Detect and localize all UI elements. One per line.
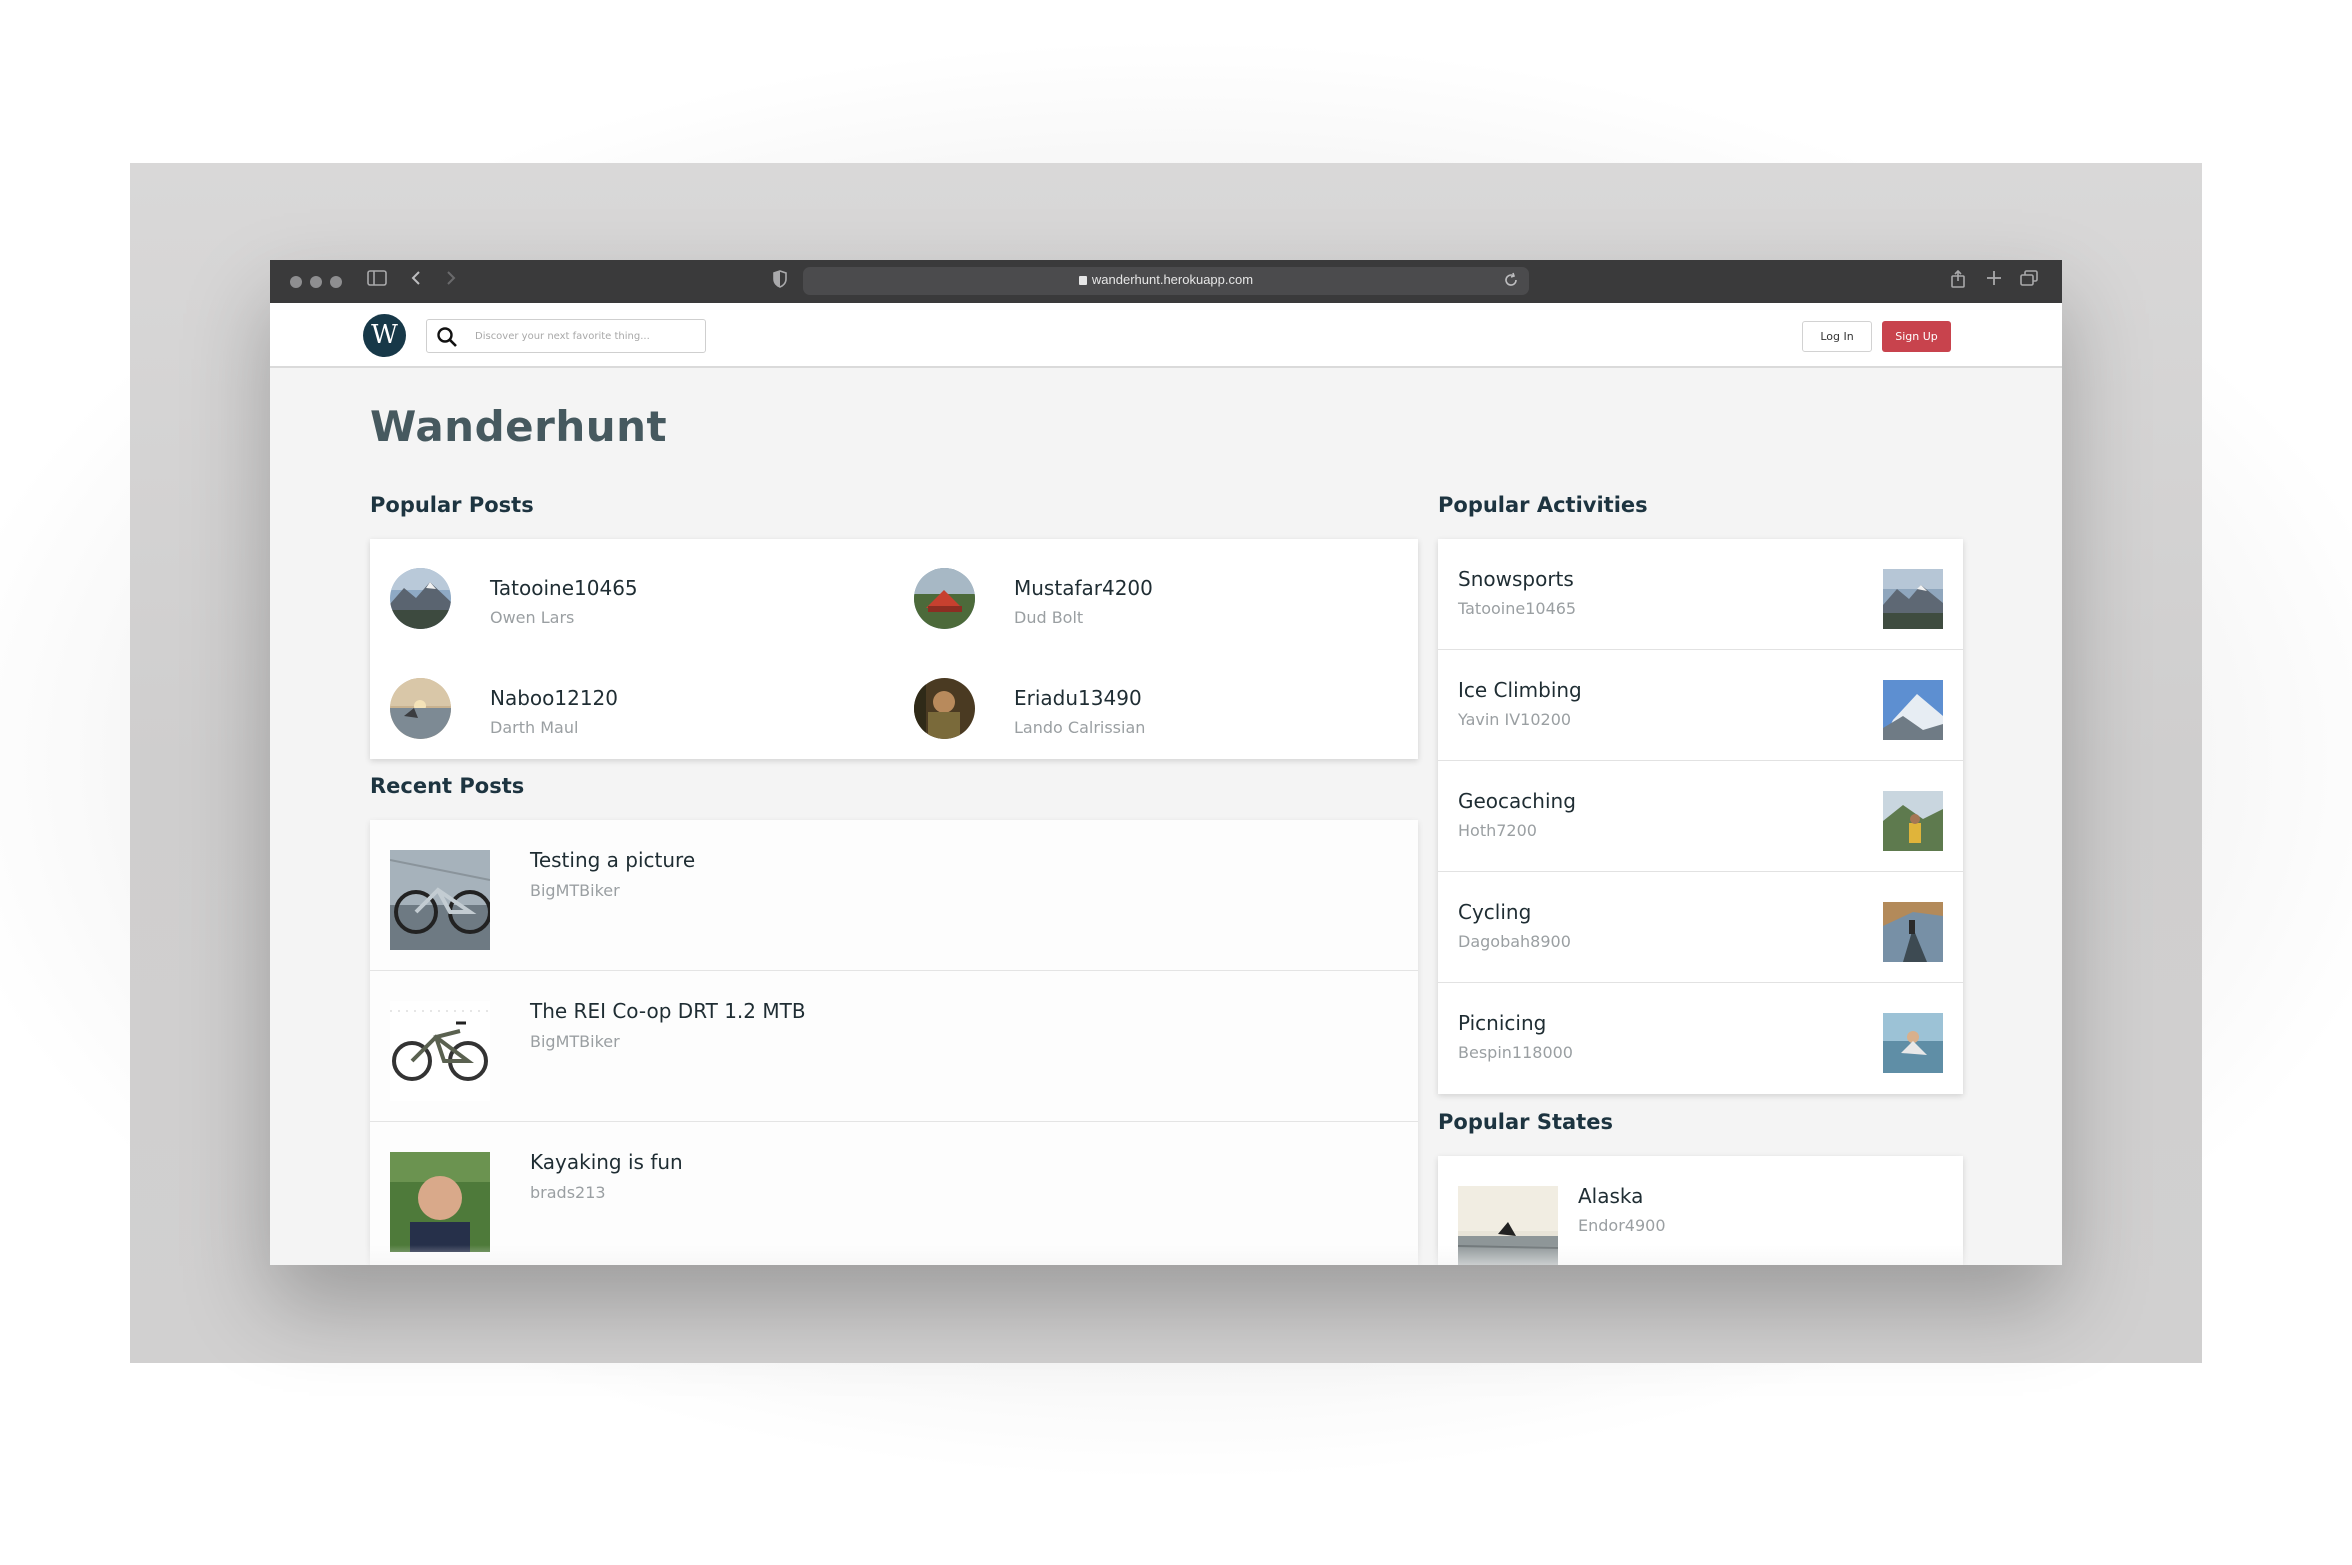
browser-window: wanderhunt.herokuapp.com W Log In Sign U… bbox=[270, 260, 2062, 1265]
address-bar[interactable]: wanderhunt.herokuapp.com bbox=[803, 267, 1529, 295]
post-title[interactable]: Eriadu13490 bbox=[1014, 686, 1142, 710]
post-thumbnail bbox=[390, 850, 490, 950]
minimize-window-button[interactable] bbox=[310, 276, 322, 288]
search-box[interactable] bbox=[426, 319, 706, 353]
post-title[interactable]: Mustafar4200 bbox=[1014, 576, 1153, 600]
recent-post-row[interactable]: Kayaking is fun brads213 bbox=[370, 1122, 1418, 1265]
activity-thumbnail bbox=[1883, 1013, 1943, 1073]
forward-icon[interactable] bbox=[445, 270, 457, 292]
search-icon bbox=[437, 327, 457, 347]
post-author: Lando Calrissian bbox=[1014, 718, 1146, 737]
privacy-shield-icon[interactable] bbox=[772, 270, 788, 294]
activity-location: Yavin IV10200 bbox=[1458, 710, 1572, 729]
activity-location: Bespin118000 bbox=[1458, 1043, 1573, 1062]
activity-location: Dagobah8900 bbox=[1458, 932, 1571, 951]
site-header: W Log In Sign Up bbox=[270, 303, 2062, 368]
recent-posts-heading: Recent Posts bbox=[370, 774, 525, 798]
activity-thumbnail bbox=[1883, 569, 1943, 629]
new-tab-icon[interactable] bbox=[1986, 270, 2002, 292]
popular-activities-card: Snowsports Tatooine10465 Ice Climbing Ya… bbox=[1438, 539, 1963, 1094]
zoom-window-button[interactable] bbox=[330, 276, 342, 288]
post-author: brads213 bbox=[530, 1183, 606, 1202]
share-icon[interactable] bbox=[1950, 269, 1966, 294]
popular-post-item[interactable]: Tatooine10465 Owen Lars bbox=[390, 568, 890, 658]
activity-thumbnail bbox=[1883, 791, 1943, 851]
state-row[interactable]: Alaska Endor4900 bbox=[1438, 1156, 1963, 1265]
tab-overview-icon[interactable] bbox=[2020, 270, 2038, 292]
post-title[interactable]: Testing a picture bbox=[530, 848, 695, 872]
login-button[interactable]: Log In bbox=[1802, 321, 1872, 352]
activity-row[interactable]: Picnicing Bespin118000 bbox=[1438, 983, 1963, 1094]
popular-states-card: Alaska Endor4900 bbox=[1438, 1156, 1963, 1265]
post-author: Owen Lars bbox=[490, 608, 575, 627]
activity-title[interactable]: Picnicing bbox=[1458, 1011, 1546, 1035]
post-author: Dud Bolt bbox=[1014, 608, 1084, 627]
page-title: Wanderhunt bbox=[370, 402, 668, 451]
activity-title[interactable]: Cycling bbox=[1458, 900, 1531, 924]
activity-location: Hoth7200 bbox=[1458, 821, 1537, 840]
activity-row[interactable]: Snowsports Tatooine10465 bbox=[1438, 539, 1963, 650]
recent-posts-list: Testing a picture BigMTBiker The REI Co-… bbox=[370, 820, 1418, 1265]
post-avatar bbox=[914, 568, 975, 629]
post-avatar bbox=[914, 678, 975, 739]
browser-toolbar: wanderhunt.herokuapp.com bbox=[270, 260, 2062, 303]
recent-post-row[interactable]: Testing a picture BigMTBiker bbox=[370, 820, 1418, 971]
post-title[interactable]: Naboo12120 bbox=[490, 686, 618, 710]
reload-icon[interactable] bbox=[1503, 272, 1519, 292]
post-thumbnail bbox=[390, 1152, 490, 1252]
signup-button[interactable]: Sign Up bbox=[1882, 321, 1951, 352]
activity-location: Tatooine10465 bbox=[1458, 599, 1577, 618]
post-title[interactable]: The REI Co-op DRT 1.2 MTB bbox=[530, 999, 806, 1023]
back-icon[interactable] bbox=[410, 270, 422, 292]
search-input[interactable] bbox=[475, 326, 695, 346]
activity-title[interactable]: Snowsports bbox=[1458, 567, 1574, 591]
post-avatar bbox=[390, 678, 451, 739]
post-author: Darth Maul bbox=[490, 718, 579, 737]
activity-title[interactable]: Ice Climbing bbox=[1458, 678, 1582, 702]
activity-thumbnail bbox=[1883, 680, 1943, 740]
popular-states-heading: Popular States bbox=[1438, 1110, 1613, 1134]
popular-post-item[interactable]: Mustafar4200 Dud Bolt bbox=[914, 568, 1414, 658]
activity-thumbnail bbox=[1883, 902, 1943, 962]
activity-row[interactable]: Cycling Dagobah8900 bbox=[1438, 872, 1963, 983]
state-thumbnail bbox=[1458, 1186, 1558, 1265]
popular-activities-heading: Popular Activities bbox=[1438, 493, 1648, 517]
popular-post-item[interactable]: Naboo12120 Darth Maul bbox=[390, 678, 890, 768]
state-location: Endor4900 bbox=[1578, 1216, 1666, 1235]
recent-post-row[interactable]: The REI Co-op DRT 1.2 MTB BigMTBiker bbox=[370, 971, 1418, 1122]
activity-title[interactable]: Geocaching bbox=[1458, 789, 1576, 813]
activity-row[interactable]: Geocaching Hoth7200 bbox=[1438, 761, 1963, 872]
wanderhunt-logo[interactable]: W bbox=[363, 314, 406, 357]
popular-posts-card: Tatooine10465 Owen Lars Mustafar4200 Dud… bbox=[370, 539, 1418, 759]
popular-posts-heading: Popular Posts bbox=[370, 493, 534, 517]
url-text: wanderhunt.herokuapp.com bbox=[803, 272, 1529, 287]
sidebar-toggle-icon[interactable] bbox=[367, 270, 387, 292]
popular-post-item[interactable]: Eriadu13490 Lando Calrissian bbox=[914, 678, 1414, 768]
post-title[interactable]: Kayaking is fun bbox=[530, 1150, 683, 1174]
post-thumbnail bbox=[390, 1001, 490, 1101]
url-value: wanderhunt.herokuapp.com bbox=[1091, 272, 1254, 287]
post-avatar bbox=[390, 568, 451, 629]
post-author: BigMTBiker bbox=[530, 1032, 620, 1051]
lock-icon bbox=[1078, 276, 1087, 285]
activity-row[interactable]: Ice Climbing Yavin IV10200 bbox=[1438, 650, 1963, 761]
close-window-button[interactable] bbox=[290, 276, 302, 288]
window-controls bbox=[290, 276, 342, 288]
post-author: BigMTBiker bbox=[530, 881, 620, 900]
state-title[interactable]: Alaska bbox=[1578, 1184, 1643, 1208]
post-title[interactable]: Tatooine10465 bbox=[490, 576, 638, 600]
